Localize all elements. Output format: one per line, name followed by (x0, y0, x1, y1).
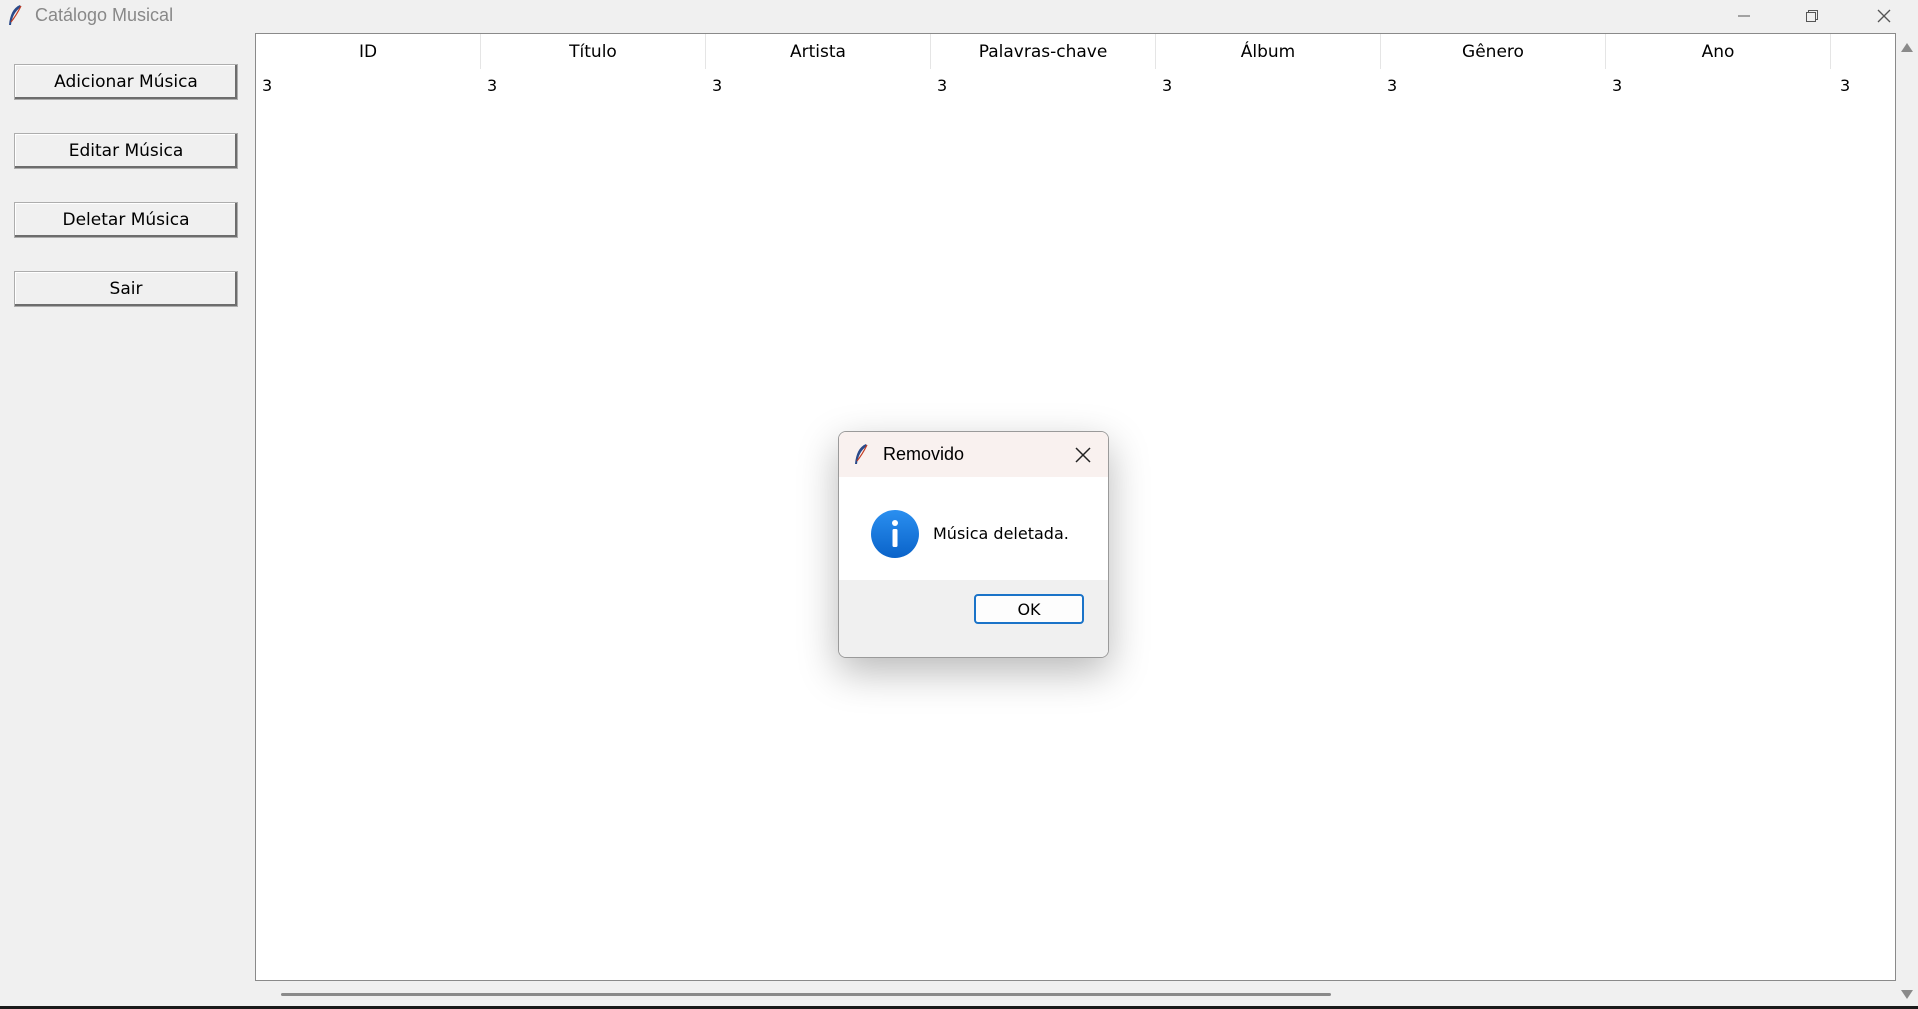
feather-icon (855, 444, 868, 464)
table-row[interactable]: 3 3 3 3 3 3 3 3 (256, 70, 1895, 100)
restore-icon (1806, 9, 1818, 22)
window-titlebar: Catálogo Musical (0, 0, 1918, 31)
column-header-year[interactable]: Ano (1606, 34, 1831, 69)
dialog-body: Música deletada. (839, 477, 1108, 580)
horizontal-scrollbar[interactable] (255, 983, 1896, 1005)
table-cell: 3 (712, 75, 723, 95)
minimize-button[interactable] (1710, 0, 1778, 31)
table-cell: 3 (487, 75, 498, 95)
column-header-title[interactable]: Título (481, 34, 706, 69)
close-icon (1075, 447, 1091, 463)
column-header-genre[interactable]: Gênero (1381, 34, 1606, 69)
dialog-titlebar: Removido (839, 432, 1108, 477)
info-icon (871, 510, 919, 558)
table-header: ID Título Artista Palavras-chave Álbum G… (256, 34, 1895, 69)
table-cell: 3 (937, 75, 948, 95)
dialog-title: Removido (883, 444, 965, 464)
table-cell: 3 (1387, 75, 1398, 95)
minimize-icon (1738, 15, 1750, 16)
restore-button[interactable] (1778, 0, 1846, 31)
table-cell: 3 (262, 75, 273, 95)
add-music-button[interactable]: Adicionar Música (14, 64, 238, 100)
edit-music-button[interactable]: Editar Música (14, 133, 238, 169)
dialog-message: Música deletada. (933, 524, 1069, 543)
scroll-down-icon[interactable] (1901, 990, 1913, 999)
window-title: Catálogo Musical (35, 5, 174, 25)
ok-button[interactable]: OK (974, 594, 1084, 624)
column-header-artist[interactable]: Artista (706, 34, 931, 69)
vertical-scrollbar[interactable] (1897, 33, 1918, 1006)
table-cell: 3 (1162, 75, 1173, 95)
feather-icon (9, 5, 22, 25)
column-header-keywords[interactable]: Palavras-chave (931, 34, 1156, 69)
dialog-close-button[interactable] (1072, 444, 1094, 466)
column-header-id[interactable]: ID (256, 34, 481, 69)
table-cell: 3 (1840, 75, 1851, 95)
table-cell: 3 (1612, 75, 1623, 95)
scroll-up-icon[interactable] (1901, 43, 1913, 52)
close-icon (1877, 9, 1891, 22)
delete-music-button[interactable]: Deletar Música (14, 202, 238, 238)
column-header-album[interactable]: Álbum (1156, 34, 1381, 69)
info-dialog: Removido Música deletada. OK (838, 431, 1109, 658)
horizontal-scrollbar-thumb[interactable] (281, 993, 1331, 996)
close-window-button[interactable] (1850, 0, 1918, 31)
exit-button[interactable]: Sair (14, 271, 238, 307)
